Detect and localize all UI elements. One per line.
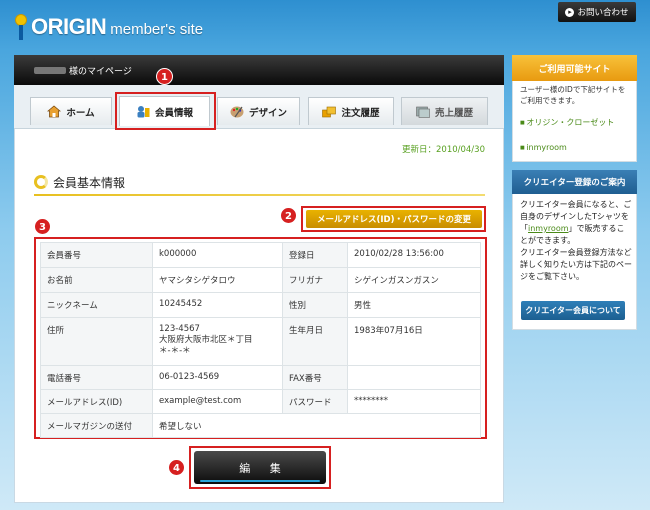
magazine-value: 希望しない <box>152 413 481 438</box>
member-no-value: k000000 <box>152 242 283 268</box>
logo-subtitle: member's site <box>110 20 204 38</box>
email-label: メールアドレス(ID) <box>40 389 153 414</box>
callout-box-4 <box>189 446 331 489</box>
order-history-icon <box>322 105 337 118</box>
fax-label: FAX番号 <box>282 365 348 390</box>
furigana-label: フリガナ <box>282 267 348 293</box>
member-no-label: 会員番号 <box>40 242 153 268</box>
tab-design[interactable]: デザイン <box>217 97 300 125</box>
arrow-right-icon: ▸ <box>565 7 575 17</box>
table-row: メールアドレス(ID) example@test.com パスワード *****… <box>40 389 481 414</box>
section-underline <box>34 194 485 196</box>
blurred-username <box>34 66 66 74</box>
callout-badge-3: 3 <box>34 218 51 235</box>
ring-bullet-icon <box>34 175 48 189</box>
tab-home-label: ホーム <box>66 107 95 119</box>
site-link-inmyroom[interactable]: inmyroom <box>520 143 567 152</box>
email-value: example@test.com <box>152 389 283 414</box>
mypage-title: 様のマイページ <box>69 66 132 77</box>
logo-brand: ORIGIN <box>31 14 107 39</box>
logo-pin-icon <box>14 14 28 40</box>
creator-heading: クリエイター登録のご案内 <box>512 170 637 194</box>
mypage-bar: 様のマイページ <box>14 55 504 85</box>
section-title: 会員基本情報 <box>34 174 125 190</box>
contact-button[interactable]: ▸ お問い合わせ <box>558 2 636 22</box>
phone-value: 06-0123-4569 <box>152 365 283 390</box>
callout-box-1 <box>115 92 216 130</box>
palette-icon <box>230 105 244 118</box>
section-title-text: 会員基本情報 <box>53 175 126 190</box>
sales-history-icon <box>416 105 430 118</box>
fax-value <box>347 365 481 390</box>
birthday-label: 生年月日 <box>282 317 348 366</box>
password-value: ******** <box>347 389 481 414</box>
address-value: 123-4567 大阪府大阪市北区＊丁目 ＊-＊-＊ <box>152 317 283 366</box>
tab-order-history-label: 注文履歴 <box>341 107 380 119</box>
address-line2: ＊-＊-＊ <box>159 346 191 356</box>
table-row: メールマガジンの送付 希望しない <box>40 413 481 438</box>
available-sites-heading: ご利用可能サイト <box>512 55 637 81</box>
home-icon <box>47 105 62 118</box>
magazine-label: メールマガジンの送付 <box>40 413 153 438</box>
address-zip: 123-4567 <box>159 324 200 334</box>
tab-home[interactable]: ホーム <box>30 97 112 125</box>
nickname-value: 10245452 <box>152 292 283 318</box>
site-link-origin-closet[interactable]: オリジン・クローゼット <box>520 117 614 128</box>
address-line1: 大阪府大阪市北区＊丁目 <box>159 335 253 345</box>
table-row: ニックネーム 10245452 性別 男性 <box>40 292 481 318</box>
tab-sales-history[interactable]: 売上履歴 <box>401 97 488 125</box>
phone-label: 電話番号 <box>40 365 153 390</box>
callout-badge-1: 1 <box>156 68 173 85</box>
gender-value: 男性 <box>347 292 481 318</box>
table-row: お名前 ヤマシタシゲタロウ フリガナ シゲインガスンガスン <box>40 267 481 293</box>
creator-inmyroom-link[interactable]: inmyroom <box>528 224 569 233</box>
name-value: ヤマシタシゲタロウ <box>152 267 283 293</box>
furigana-value: シゲインガスンガスン <box>347 267 481 293</box>
contact-label: お問い合わせ <box>577 8 629 18</box>
site-logo[interactable]: ORIGIN member's site <box>14 12 203 42</box>
creator-text: クリエイター会員になると、ご自身のデザインしたTシャツを「inmyroom」で販… <box>520 199 632 283</box>
table-row: 住所 123-4567 大阪府大阪市北区＊丁目 ＊-＊-＊ 生年月日 1983年… <box>40 317 481 366</box>
callout-box-2 <box>301 206 486 232</box>
tab-order-history[interactable]: 注文履歴 <box>308 97 394 125</box>
tab-design-label: デザイン <box>248 107 287 119</box>
callout-badge-4: 4 <box>168 459 185 476</box>
creator-text-3: クリエイター会員登録方法など詳しく知りたい方は下記のページをご覧下さい。 <box>520 248 632 281</box>
gender-label: 性別 <box>282 292 348 318</box>
password-label: パスワード <box>282 389 348 414</box>
creator-info-button[interactable]: クリエイター会員について <box>521 301 625 320</box>
table-row: 電話番号 06-0123-4569 FAX番号 <box>40 365 481 390</box>
available-sites-desc: ユーザー様のIDで下記サイトをご利用できます。 <box>520 85 626 105</box>
birthday-value: 1983年07月16日 <box>347 317 481 366</box>
name-label: お名前 <box>40 267 153 293</box>
registered-value: 2010/02/28 13:56:00 <box>347 242 481 268</box>
callout-badge-2: 2 <box>280 207 297 224</box>
nickname-label: ニックネーム <box>40 292 153 318</box>
registered-label: 登録日 <box>282 242 348 268</box>
member-info-table: 会員番号 k000000 登録日 2010/02/28 13:56:00 お名前… <box>40 242 481 438</box>
tab-sales-history-label: 売上履歴 <box>434 107 473 119</box>
table-row: 会員番号 k000000 登録日 2010/02/28 13:56:00 <box>40 242 481 268</box>
address-label: 住所 <box>40 317 153 366</box>
updated-date: 更新日：2010/04/30 <box>402 145 485 155</box>
